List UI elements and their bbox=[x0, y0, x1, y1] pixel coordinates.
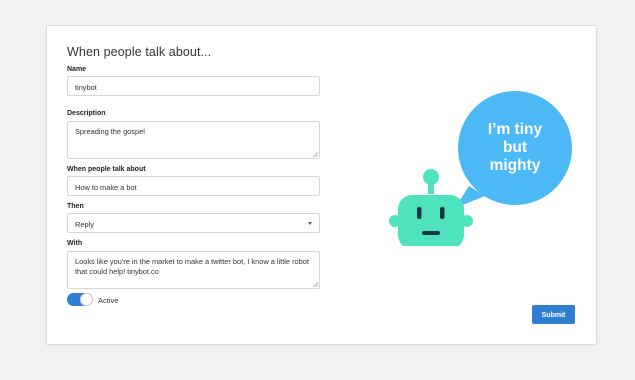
with-label: With bbox=[67, 240, 83, 247]
name-label: Name bbox=[67, 66, 87, 73]
bubble-line: mighty bbox=[489, 157, 541, 174]
bubble-line: I’m tiny bbox=[487, 121, 543, 138]
topic-input[interactable]: How to make a bot bbox=[67, 176, 320, 196]
then-select[interactable]: Reply bbox=[67, 213, 320, 233]
with-text: Looks like you're in the market to make … bbox=[75, 257, 309, 276]
bubble-line: but bbox=[502, 139, 528, 156]
then-selected-value: Reply bbox=[75, 220, 94, 229]
caret-down-icon bbox=[308, 222, 312, 225]
toggle-knob bbox=[80, 293, 93, 306]
submit-button[interactable]: Submit bbox=[532, 305, 575, 324]
description-textarea[interactable]: Spreading the gospel bbox=[67, 121, 320, 159]
speech-bubble-text: I’m tiny but mighty bbox=[457, 121, 573, 175]
description-label: Description bbox=[67, 110, 106, 117]
active-label: Active bbox=[98, 296, 119, 305]
resize-handle-icon[interactable] bbox=[312, 151, 318, 157]
description-text: Spreading the gospel bbox=[75, 127, 145, 136]
active-toggle[interactable] bbox=[67, 293, 93, 306]
bot-form-card: When people talk about... Name tinybot D… bbox=[46, 25, 597, 345]
with-textarea[interactable]: Looks like you're in the market to make … bbox=[67, 251, 320, 289]
name-input[interactable]: tinybot bbox=[67, 76, 320, 96]
then-label: Then bbox=[67, 203, 84, 210]
topic-label: When people talk about bbox=[67, 166, 146, 173]
resize-handle-icon[interactable] bbox=[312, 281, 318, 287]
robot-icon bbox=[389, 169, 473, 246]
form-title: When people talk about... bbox=[67, 45, 212, 59]
